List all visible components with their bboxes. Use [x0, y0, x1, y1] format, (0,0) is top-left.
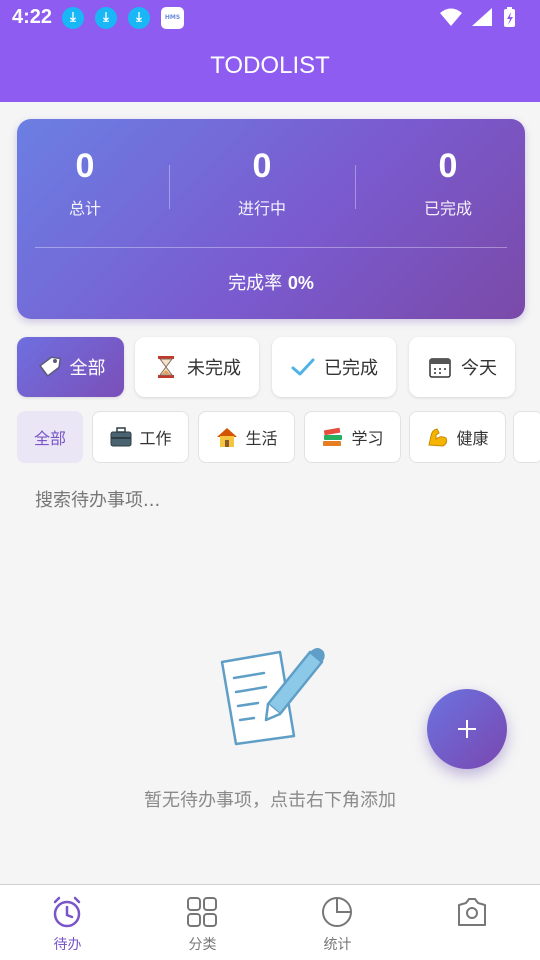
search-input[interactable]	[17, 480, 497, 520]
alarm-clock-icon	[53, 896, 81, 928]
filter-today[interactable]: 今天	[409, 337, 515, 397]
nav-settings[interactable]	[405, 885, 540, 960]
wifi-icon	[440, 8, 462, 26]
stat-in-progress: 0 进行中	[192, 147, 332, 219]
filter-incomplete[interactable]: 未完成	[135, 337, 259, 397]
flexed-biceps-icon	[428, 428, 448, 447]
filter-completed[interactable]: 已完成	[272, 337, 396, 397]
category-work-label: 工作	[139, 429, 172, 448]
download-icon: ⤓	[128, 7, 150, 29]
nav-categories[interactable]: 分类	[135, 885, 270, 960]
category-more[interactable]	[513, 411, 540, 463]
category-work[interactable]: 工作	[92, 411, 189, 463]
app-bar: 4:22 ⤓ ⤓ ⤓ HMS TODOLIST	[0, 0, 540, 102]
add-todo-button[interactable]	[427, 689, 507, 769]
stat-in-progress-value: 0	[252, 147, 272, 185]
calendar-icon	[429, 358, 451, 378]
nav-todo[interactable]: 待办	[0, 885, 135, 960]
stat-in-progress-label: 进行中	[237, 199, 286, 218]
status-bar: 4:22 ⤓ ⤓ ⤓ HMS	[0, 0, 540, 36]
filter-all-label: 全部	[69, 358, 106, 379]
category-study[interactable]: 学习	[304, 411, 401, 463]
settings-icon	[458, 898, 486, 926]
stats-divider	[35, 247, 507, 248]
stat-divider	[169, 165, 170, 209]
books-icon	[323, 427, 343, 446]
hms-icon: HMS	[161, 7, 184, 29]
category-life-label: 生活	[245, 429, 278, 448]
filter-completed-label: 已完成	[324, 358, 378, 379]
filter-today-label: 今天	[461, 358, 497, 379]
stat-completed-value: 0	[438, 147, 458, 185]
filter-all[interactable]: 全部	[17, 337, 124, 397]
category-health-label: 健康	[456, 429, 489, 448]
category-study-label: 学习	[351, 429, 384, 448]
category-all-label: 全部	[33, 429, 66, 448]
pie-chart-icon	[322, 897, 352, 927]
download-icon: ⤓	[95, 7, 117, 29]
status-icons	[440, 7, 515, 27]
stats-card: 0 总计 0 进行中 0 已完成 完成率 0%	[17, 119, 525, 319]
nav-stats[interactable]: 统计	[270, 885, 405, 960]
tag-icon	[38, 356, 61, 377]
stat-divider	[355, 165, 356, 209]
house-icon	[217, 428, 238, 447]
nav-stats-label: 统计	[323, 937, 352, 953]
checkmark-icon	[291, 358, 315, 376]
memo-pencil-icon	[220, 648, 325, 746]
nav-categories-label: 分类	[188, 937, 217, 953]
grid-icon	[187, 897, 217, 927]
stat-total-value: 0	[75, 147, 95, 185]
category-health[interactable]: 健康	[409, 411, 506, 463]
nav-todo-label: 待办	[53, 937, 82, 953]
download-icon: ⤓	[62, 7, 84, 29]
category-life[interactable]: 生活	[198, 411, 295, 463]
stat-completed: 0 已完成	[378, 147, 518, 219]
status-time: 4:22	[12, 6, 53, 28]
filter-incomplete-label: 未完成	[187, 358, 241, 379]
stat-total: 0 总计	[15, 147, 155, 219]
bottom-nav: 待办 分类 统计	[0, 884, 540, 960]
empty-state-text: 暂无待办事项，点击右下角添加	[144, 790, 396, 811]
category-all[interactable]: 全部	[17, 411, 83, 463]
completion-rate-value: 0%	[287, 273, 314, 293]
completion-rate: 完成率 0%	[17, 269, 525, 295]
page-title: TODOLIST	[210, 52, 330, 79]
briefcase-icon	[110, 427, 132, 447]
stat-completed-label: 已完成	[423, 199, 472, 218]
signal-icon	[472, 8, 492, 26]
completion-rate-label: 完成率	[228, 273, 283, 294]
hourglass-icon	[158, 356, 174, 378]
stat-total-label: 总计	[68, 199, 101, 218]
